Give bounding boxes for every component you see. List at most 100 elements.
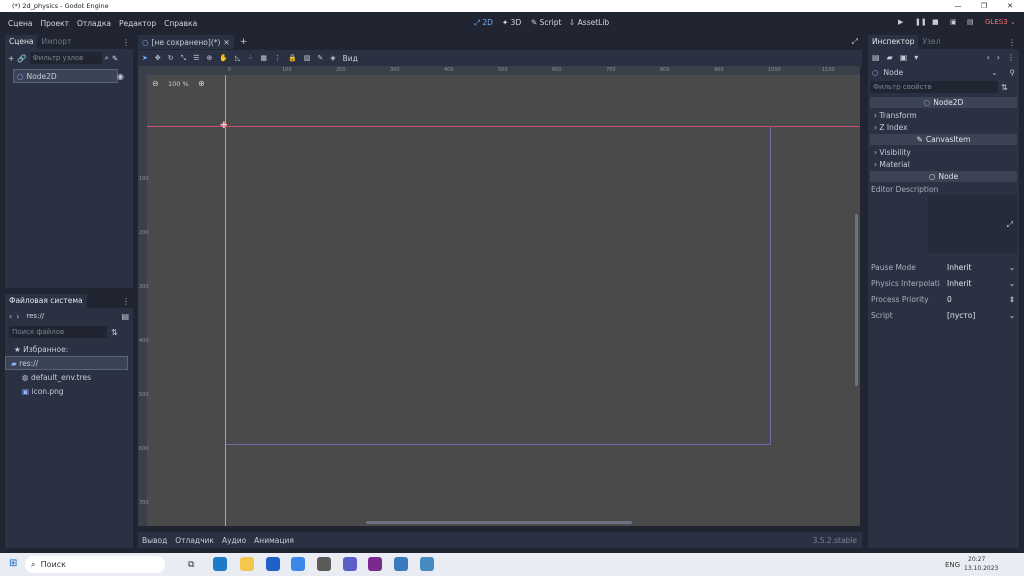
tab-scene[interactable]: Сцена xyxy=(5,35,38,49)
pivot-tool-icon[interactable]: ⊕ xyxy=(207,54,213,62)
clock-time[interactable]: 20:27 xyxy=(968,556,985,563)
workspace-assetlib[interactable]: ⇩ AssetLib xyxy=(569,18,609,27)
vertical-scrollbar[interactable] xyxy=(855,214,858,386)
canvas-viewport[interactable]: 0 100 200 300 400 500 600 700 800 900 1000 1100 100… xyxy=(138,66,860,526)
camera-icon[interactable]: ◈ xyxy=(330,54,335,62)
group-material[interactable]: › Material xyxy=(868,158,1019,170)
property-value[interactable]: Inherit ⌄ xyxy=(943,279,1019,288)
workspace-3d[interactable]: ✦ 3D xyxy=(502,18,521,27)
tab-output[interactable]: Вывод xyxy=(142,536,167,545)
edge-icon[interactable] xyxy=(213,557,227,571)
pause-icon[interactable]: ❚❚ xyxy=(915,18,927,26)
inspector-menu-icon[interactable]: ⋮ xyxy=(1008,38,1016,47)
property-sort-icon[interactable]: ⇅ xyxy=(1001,83,1008,92)
property-value[interactable]: [пусто] ⌄ xyxy=(943,311,1019,320)
menu-editor[interactable]: Редактор xyxy=(115,19,160,28)
scene-tree-item-node2d[interactable]: ○ Node2D xyxy=(13,69,118,83)
move-tool-icon[interactable]: ✥ xyxy=(155,54,161,62)
list-tool-icon[interactable]: ☰ xyxy=(193,54,199,62)
object-properties-icon[interactable]: ⚲ xyxy=(1010,68,1016,77)
zoom-level[interactable]: 100 % xyxy=(168,80,189,88)
forward-icon[interactable]: › xyxy=(16,312,19,321)
explorer-icon[interactable] xyxy=(240,557,254,571)
fs-item-res[interactable]: ▰ res:// xyxy=(5,356,128,370)
more-options-icon[interactable]: ⋮ xyxy=(274,54,281,62)
visibility-eye-icon[interactable]: ◉ xyxy=(117,72,124,81)
group-icon[interactable]: ▧ xyxy=(304,54,311,62)
property-value[interactable]: Inherit ⌄ xyxy=(943,263,1019,272)
mail-icon[interactable] xyxy=(266,557,280,571)
windows-start-icon[interactable]: ⊞ xyxy=(9,558,17,569)
script-attach-icon[interactable]: ✎ xyxy=(112,54,118,63)
language-indicator[interactable]: ENG xyxy=(945,561,960,569)
task-view-icon[interactable]: ⧉ xyxy=(188,560,202,574)
dock-menu-icon[interactable]: ⋮ xyxy=(122,38,130,47)
tab-import[interactable]: Импорт xyxy=(37,35,75,49)
grid-icon[interactable]: ▦ xyxy=(260,54,267,62)
close-tab-icon[interactable]: ✕ xyxy=(223,38,229,47)
tab-audio[interactable]: Аудио xyxy=(222,536,246,545)
play-custom-icon[interactable]: ▤ xyxy=(967,18,974,26)
fs-favorites[interactable]: ★ Избранное: xyxy=(5,342,133,356)
distraction-free-icon[interactable]: ⤢ xyxy=(852,37,858,47)
app-icon[interactable] xyxy=(317,557,331,571)
clock-date[interactable]: 13.10.2023 xyxy=(964,565,998,572)
group-visibility[interactable]: › Visibility xyxy=(868,146,1019,158)
tab-animation[interactable]: Анимация xyxy=(254,536,294,545)
horizontal-scrollbar[interactable] xyxy=(366,521,632,524)
link-icon[interactable]: 🔗 xyxy=(17,54,26,63)
play-icon[interactable]: ▶ xyxy=(898,18,903,26)
tab-filesystem[interactable]: Файловая система xyxy=(5,294,87,308)
select-tool-icon[interactable]: ➤ xyxy=(142,54,148,62)
node-filter-input[interactable]: Фильтр узлов xyxy=(29,52,102,64)
taskbar-search[interactable]: ⌕ Поиск xyxy=(25,556,165,573)
play-scene-icon[interactable]: ▣ xyxy=(950,18,957,26)
new-tab-icon[interactable]: + xyxy=(240,37,248,47)
vscode-icon[interactable] xyxy=(394,557,408,571)
scene-tab[interactable]: ○ [не сохранено](*) ✕ xyxy=(138,35,234,49)
teams-icon[interactable] xyxy=(343,557,357,571)
view-menu[interactable]: Вид xyxy=(343,54,358,63)
history-forward-icon[interactable]: › xyxy=(997,53,1000,62)
expand-icon[interactable]: ⤢ xyxy=(1007,220,1013,230)
zoom-out-icon[interactable]: ⊖ xyxy=(152,79,159,88)
fs-item-default-env[interactable]: ◍ default_env.tres xyxy=(5,370,133,384)
group-transform[interactable]: › Transform xyxy=(868,109,1019,121)
menu-scene[interactable]: Сцена xyxy=(4,19,36,28)
back-icon[interactable]: ‹ xyxy=(9,312,12,321)
bone-icon[interactable]: ✎ xyxy=(317,54,323,62)
pan-tool-icon[interactable]: ✋ xyxy=(219,54,228,62)
group-zindex[interactable]: › Z Index xyxy=(868,121,1019,133)
godot-icon[interactable] xyxy=(420,557,434,571)
todo-icon[interactable] xyxy=(291,557,305,571)
workspace-script[interactable]: ✎ Script xyxy=(531,18,561,27)
close-window-button[interactable]: ✕ xyxy=(998,0,1022,12)
snap-icon[interactable]: ⁘ xyxy=(248,54,254,62)
sort-icon[interactable]: ⇅ xyxy=(111,328,118,337)
history-back-icon[interactable]: ‹ xyxy=(987,53,990,62)
stop-icon[interactable]: ■ xyxy=(932,18,939,26)
tab-debugger[interactable]: Отладчик xyxy=(175,536,214,545)
inspector-object-select[interactable]: ○ Node ⌄ ⚲ xyxy=(868,65,1019,79)
lock-icon[interactable]: 🔒 xyxy=(288,54,297,62)
open-resource-icon[interactable]: ▰ xyxy=(887,53,893,62)
tab-node[interactable]: Узел xyxy=(918,35,944,49)
tab-inspector[interactable]: Инспектор xyxy=(868,35,919,49)
fs-menu-icon[interactable]: ⋮ xyxy=(122,297,130,306)
menu-project[interactable]: Проект xyxy=(36,19,73,28)
workspace-2d[interactable]: ⤢ 2D xyxy=(474,18,493,28)
ruler-tool-icon[interactable]: ◺ xyxy=(235,54,240,62)
onenote-icon[interactable] xyxy=(368,557,382,571)
fs-path-field[interactable]: res:// xyxy=(23,310,104,322)
split-mode-icon[interactable]: ▤ xyxy=(121,312,129,321)
history-menu-icon[interactable]: ⋮ xyxy=(1007,53,1015,62)
rotate-tool-icon[interactable]: ↻ xyxy=(168,54,174,62)
add-node-icon[interactable]: + xyxy=(8,54,14,63)
editor-description-field[interactable]: ⤢ xyxy=(928,195,1017,253)
minimize-button[interactable]: — xyxy=(946,0,970,12)
file-search-input[interactable]: Поиск файлов xyxy=(9,326,107,338)
fs-item-icon-png[interactable]: ▣ icon.png xyxy=(5,384,133,398)
property-filter-input[interactable]: Фильтр свойств xyxy=(870,81,998,93)
menu-debug[interactable]: Отладка xyxy=(73,19,115,28)
scale-tool-icon[interactable]: ⤡ xyxy=(181,54,187,63)
